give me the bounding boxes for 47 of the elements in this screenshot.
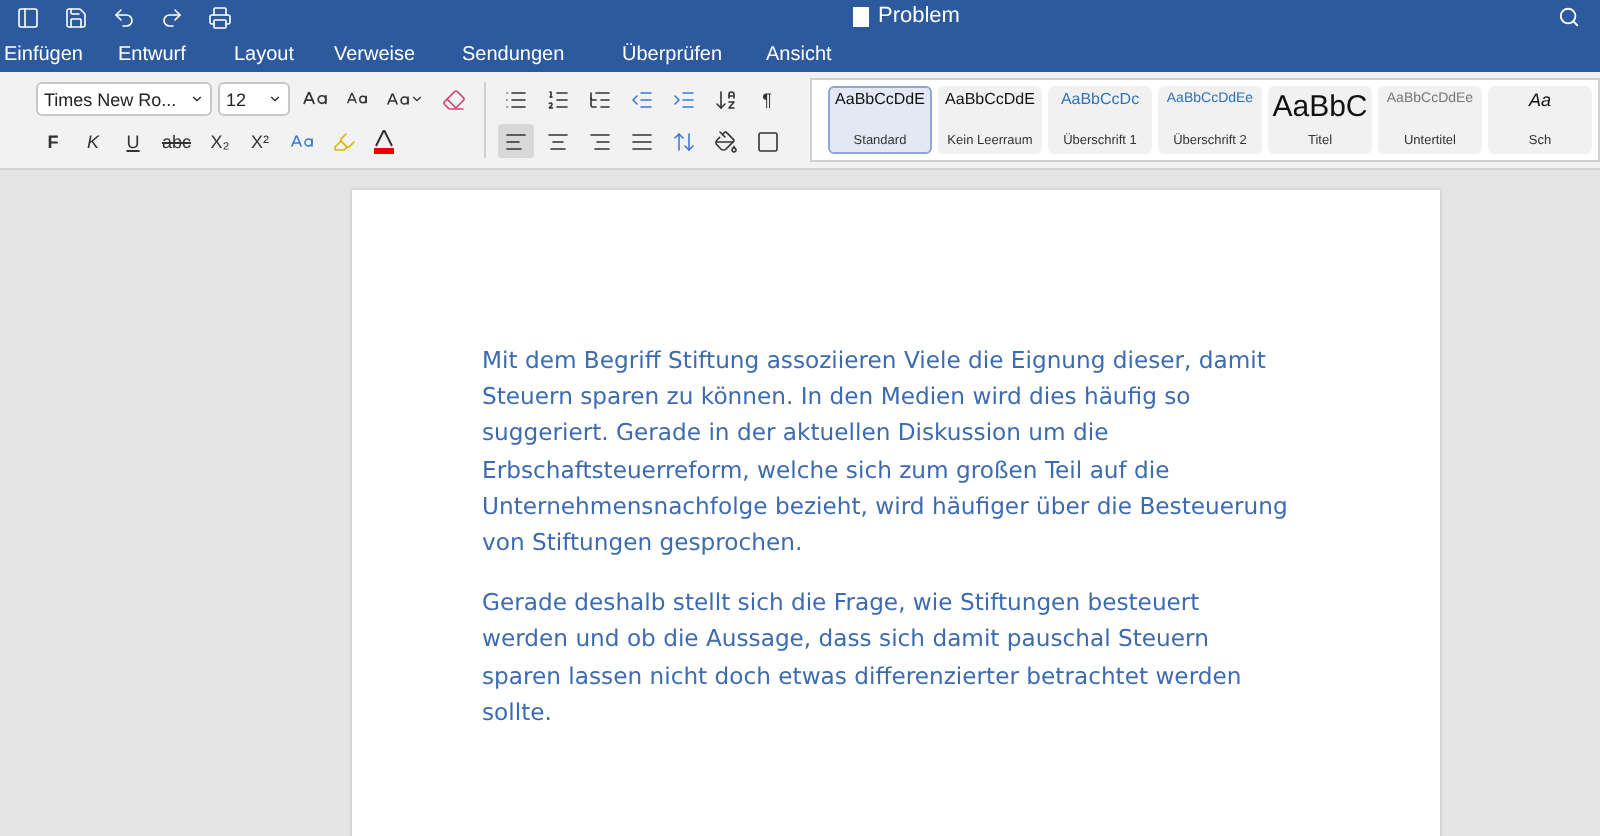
align-icon [630,129,654,153]
menu-tab[interactable]: Überprüfen [622,39,766,69]
format-button[interactable]: U [116,124,150,158]
sort-icon [714,87,738,111]
format-button[interactable]: K [76,124,110,158]
font-name-field[interactable]: Times New Ro... [36,82,212,116]
undo-icon[interactable] [112,6,136,30]
font-color-icon [374,129,395,153]
format-button[interactable]: abc [156,124,198,158]
menu-tab[interactable]: Layout [234,39,334,69]
align-button[interactable] [498,124,534,158]
menu-tab[interactable]: Sendungen [462,39,622,69]
redo-icon[interactable] [160,6,184,30]
align-icon [546,129,570,153]
sidebar-icon[interactable] [16,6,40,30]
dropdown-caret-icon [190,92,204,106]
body-paragraph: Mit dem Begriff Stiftung assoziieren Viele die Eignung dieser, damit Steuern sparen zu können. In den Medien wird dies häufig so suggeriert. Gerade in der aktuellen Diskussion um die Erbschaftsteuerreform, welche sich zum großen Teil auf die Unternehmensnachfolge bezieht, wird häufiger über die Besteuerung von Stiftungen gesprochen. [482,344,1290,561]
line-spacing-icon [672,129,696,153]
menu-tab[interactable]: Entwurf [118,39,234,69]
border-icon [756,129,780,153]
menu-tab[interactable]: Ansicht [766,39,886,69]
format-button[interactable]: X² [243,124,278,158]
document-icon [852,5,870,27]
dropdown-caret-icon [268,92,282,106]
menu-tab[interactable]: Einfügen [4,39,118,69]
outdent-icon [630,87,654,111]
save-icon[interactable] [64,6,88,30]
align-icon [504,129,528,153]
print-icon[interactable] [208,6,232,30]
font-size-field[interactable]: 12 [218,82,290,116]
format-button[interactable]: X₂ [203,124,238,158]
letters-icon [386,87,410,111]
indent-icon [672,87,696,111]
dropdown-caret-icon [410,92,424,106]
body-paragraph: Gerade deshalb stellt sich die Frage, wie Stiftungen besteuert werden und ob die Aussage, dass sich damit pauschal Steuern sparen lassen nicht doch etwas differenzierter betrachtet werden sollte. [482,586,1244,730]
pilcrow-button[interactable]: ¶ [750,82,784,116]
list-tree-icon [588,87,612,111]
letters-icon [289,129,314,153]
format-button[interactable]: F [36,124,70,158]
menu-tab[interactable]: Verweise [334,39,462,69]
paint-bucket-icon [714,129,738,153]
eraser-icon [442,87,466,111]
window-title: Problem [878,4,960,28]
highlighter-icon [331,129,356,153]
search-icon[interactable] [1558,6,1580,28]
numbered-list-icon [546,87,570,111]
align-icon [588,129,612,153]
